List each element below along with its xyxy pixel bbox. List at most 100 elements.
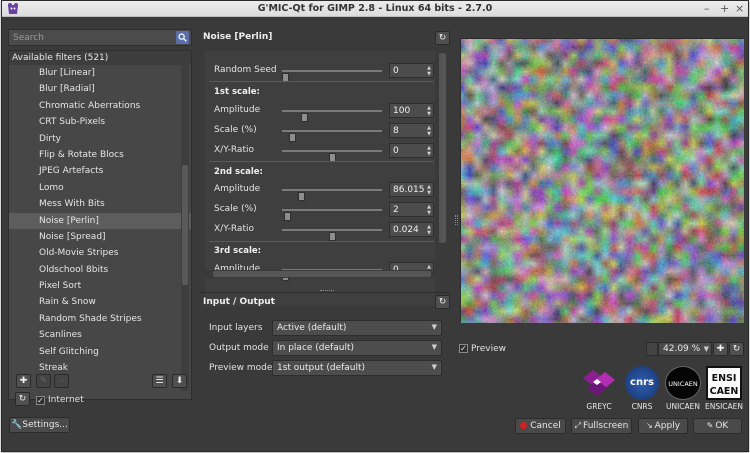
scale2-ratio-spinbox[interactable]: 0.024 ▲ ▼ <box>389 222 434 237</box>
filter-item[interactable]: JPEG Artefacts <box>9 163 191 179</box>
parameters-horizontal-scrollbar[interactable] <box>205 270 439 278</box>
spin-arrows-icon[interactable]: ▲▼ <box>426 65 432 77</box>
preview-mode-select[interactable]: 1st output (default) ▼ <box>272 360 442 376</box>
spin-arrows-icon[interactable]: ▲▼ <box>426 125 432 137</box>
unicaen-logo: UNICAEN UNICAEN <box>663 366 701 411</box>
parameters-vscroll-thumb[interactable] <box>439 53 446 243</box>
spin-arrows-icon[interactable]: ▲▼ <box>426 105 432 117</box>
filter-item[interactable]: Blur [Linear] <box>9 65 191 81</box>
reset-parameters-button[interactable]: ↻ <box>435 31 450 45</box>
scale1-amplitude-handle[interactable] <box>300 113 308 122</box>
scale2-ratio-slider[interactable] <box>282 229 382 241</box>
maximize-button[interactable]: + <box>720 2 729 15</box>
filter-item[interactable]: Scanlines <box>9 327 191 343</box>
scale1-amplitude-slider[interactable] <box>282 110 382 122</box>
chevron-down-icon: ▼ <box>431 323 437 331</box>
filter-item[interactable]: Pixel Sort <box>9 278 191 294</box>
ensicaen-logo-line-1: ENSI <box>711 373 737 384</box>
filter-item[interactable]: CRT Sub-Pixels <box>9 114 191 130</box>
scale2-scale-slider[interactable] <box>282 209 382 221</box>
filter-item[interactable]: Old-Movie Stripes <box>9 245 191 261</box>
zoom-field[interactable]: 42.09 % ▼ <box>658 342 712 356</box>
scale1-amplitude-spinbox[interactable]: 100 ▲ ▼ <box>389 103 434 118</box>
preview-splitter-handle[interactable] <box>455 215 458 225</box>
filter-item[interactable]: Noise [Spread] <box>9 229 191 245</box>
apply-button[interactable]: ↘ Apply <box>638 418 688 434</box>
scale2-scale-spinbox[interactable]: 2 ▲ ▼ <box>389 202 434 217</box>
apply-label: Apply <box>654 421 681 431</box>
scale1-scale-slider[interactable] <box>282 130 382 142</box>
settings-button[interactable]: 🔧Settings... <box>9 417 70 433</box>
ok-icon: ✎ <box>706 421 714 430</box>
spin-arrows-icon[interactable]: ▲▼ <box>426 145 432 157</box>
scale1-scale-handle[interactable] <box>289 133 297 142</box>
zoom-out-button[interactable] <box>646 342 658 356</box>
scale2-amplitude-handle[interactable] <box>297 192 305 201</box>
filter-item[interactable]: Rain & Snow <box>9 294 191 310</box>
cancel-button[interactable]: Cancel <box>515 418 566 434</box>
filter-tree-scrollbar[interactable] <box>181 65 189 391</box>
fullscreen-label: Fullscreen <box>583 421 629 431</box>
filter-item[interactable]: Chromatic Aberrations <box>9 98 191 114</box>
filter-list: Blur [Linear] Blur [Radial] Chromatic Aber… <box>9 65 191 376</box>
scale2-scale-handle[interactable] <box>283 212 291 221</box>
cnrs-caption: CNRS <box>631 402 653 411</box>
input-layers-select[interactable]: Active (default) ▼ <box>272 320 442 336</box>
zoom-in-button[interactable]: ✚ <box>713 342 728 356</box>
input-layers-label: Input layers <box>209 323 263 333</box>
filter-item[interactable]: Random Shade Stripes <box>9 311 191 327</box>
filter-item[interactable]: Oldschool 8bits <box>9 262 191 278</box>
chevron-down-icon[interactable]: ▼ <box>704 345 709 353</box>
output-mode-select[interactable]: In place (default) ▼ <box>272 340 442 356</box>
scale1-ratio-spinbox[interactable]: 0 ▲ ▼ <box>389 143 434 158</box>
minimize-button[interactable]: – <box>704 2 710 15</box>
search-icon[interactable] <box>176 31 189 44</box>
filter-item[interactable]: Lomo <box>9 180 191 196</box>
settings-button-label: Settings... <box>22 420 68 430</box>
search-input[interactable]: Search <box>8 29 192 46</box>
refresh-filters-button[interactable]: ↻ <box>15 392 30 406</box>
filter-item[interactable]: Blur [Radial] <box>9 81 191 97</box>
ok-button[interactable]: ✎ OK <box>693 418 742 434</box>
scale2-amplitude-spinbox[interactable]: 86.015 ▲ ▼ <box>389 182 434 197</box>
random-seed-slider[interactable] <box>282 70 382 82</box>
rename-favorite-button[interactable]: ✎ <box>36 374 51 388</box>
preview-checkbox[interactable]: ✓ <box>459 344 468 353</box>
add-favorite-button[interactable]: ✚ <box>16 374 31 388</box>
filter-tree-scroll-thumb[interactable] <box>182 165 188 285</box>
cancel-icon <box>520 422 528 429</box>
reset-io-button[interactable]: ↻ <box>435 295 450 309</box>
random-seed-spinbox[interactable]: 0 ▲ ▼ <box>389 63 434 78</box>
internet-checkbox[interactable]: ✓ <box>36 396 45 405</box>
input-layers-row: Input layers Active (default) ▼ <box>209 320 449 336</box>
spin-arrows-icon[interactable]: ▲▼ <box>426 204 432 216</box>
filter-tree-header[interactable]: Available filters (521) <box>9 51 191 65</box>
scale2-ratio-value: 0.024 <box>393 225 419 235</box>
scale1-ratio-slider[interactable] <box>282 150 382 162</box>
remove-favorite-button[interactable]: – <box>54 374 69 388</box>
scale2-ratio-handle[interactable] <box>328 232 336 241</box>
scale1-scale-spinbox[interactable]: 8 ▲ ▼ <box>389 123 434 138</box>
output-mode-value: In place (default) <box>277 343 354 353</box>
filter-item[interactable]: Self Glitching <box>9 344 191 360</box>
filter-item[interactable]: Dirty <box>9 131 191 147</box>
spin-arrows-icon[interactable]: ▲▼ <box>426 224 432 236</box>
parameters-hscroll-thumb[interactable] <box>213 271 431 277</box>
spin-arrows-icon[interactable]: ▲▼ <box>426 184 432 196</box>
ensicaen-caption: ENSICAEN <box>704 402 744 411</box>
close-button[interactable]: × <box>735 2 744 15</box>
download-filters-button[interactable]: ⬇ <box>172 374 187 388</box>
filter-tree: Available filters (521) Blur [Linear] Blu… <box>8 50 192 400</box>
scale1-scale-row: Scale (%) 8 ▲ ▼ <box>205 123 435 142</box>
reset-zoom-button[interactable]: ↻ <box>729 342 744 356</box>
fullscreen-button[interactable]: ⤢ Fullscreen <box>571 418 632 434</box>
scale2-amplitude-slider[interactable] <box>282 189 382 201</box>
expand-collapse-button[interactable]: ☰ <box>152 374 167 388</box>
filter-item[interactable]: Noise [Perlin] <box>9 212 191 229</box>
preview-image[interactable] <box>460 38 744 323</box>
scale2-amplitude-row: Amplitude 86.015 ▲ ▼ <box>205 182 435 201</box>
filter-item[interactable]: Flip & Rotate Blocs <box>9 147 191 163</box>
filter-item[interactable]: Mess With Bits <box>9 196 191 212</box>
scale2-amplitude-value: 86.015 <box>393 185 425 195</box>
parameters-vertical-scrollbar[interactable] <box>438 51 447 298</box>
